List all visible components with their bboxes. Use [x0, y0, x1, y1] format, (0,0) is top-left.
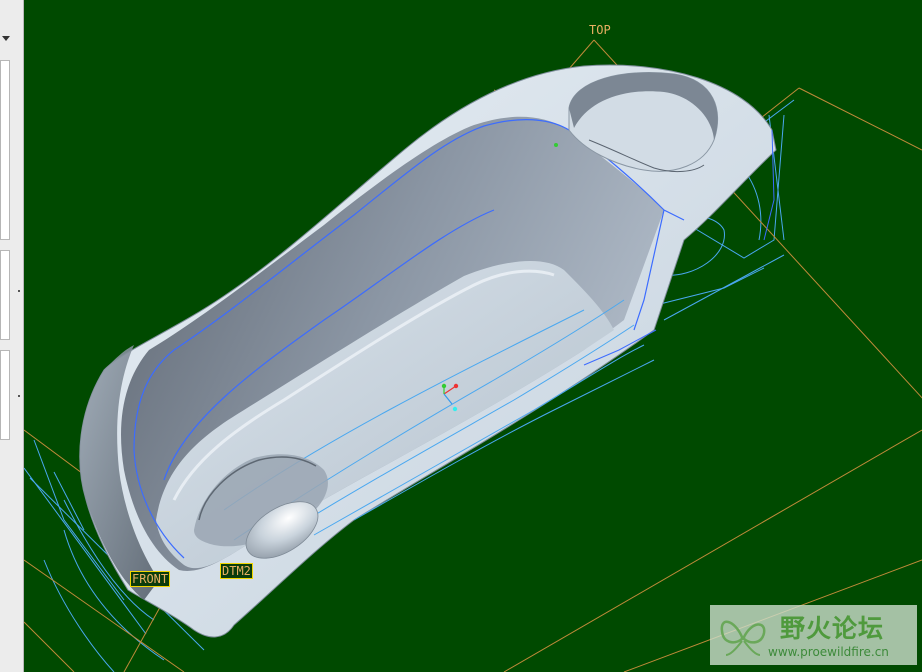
datum-label-front[interactable]: FRONT — [130, 571, 171, 587]
datum-label-top[interactable]: TOP — [589, 23, 611, 37]
graphics-viewport[interactable]: TOP FRONT DTM2 — [24, 0, 922, 672]
pro-engineer-window: TOP FRONT DTM2 野火论坛 www.proewildfire.cn — [0, 0, 922, 672]
watermark-title: 野火论坛 — [780, 614, 885, 643]
butterfly-icon — [720, 620, 766, 656]
watermark-url: www.proewildfire.cn — [768, 645, 889, 659]
datum-point-icon — [554, 143, 558, 147]
panel-scroll-area-low[interactable] — [0, 350, 10, 440]
chevron-down-icon[interactable] — [2, 36, 10, 41]
panel-scroll-area-top[interactable] — [0, 60, 10, 240]
sash-grip-icon[interactable] — [18, 395, 20, 397]
panel-scroll-area-mid[interactable] — [0, 250, 10, 340]
sash-grip-icon[interactable] — [18, 290, 20, 292]
datum-label-dtm2[interactable]: DTM2 — [220, 563, 253, 579]
model-tree-panel-edge[interactable] — [0, 0, 24, 672]
forum-watermark: 野火论坛 www.proewildfire.cn — [710, 605, 917, 665]
